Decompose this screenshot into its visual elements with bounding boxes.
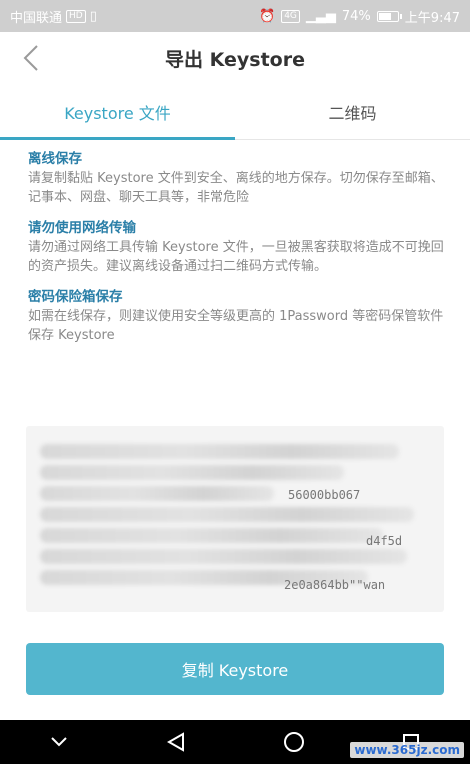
page-title: 导出 Keystore: [165, 48, 305, 71]
keystore-fragment: 56000bb067: [288, 488, 361, 502]
home-circle-icon: [283, 732, 304, 752]
keystore-fragment: 2e0a864bb""wan: [284, 578, 386, 592]
copy-keystore-button[interactable]: 复制 Keystore: [26, 643, 444, 695]
title-bar: 导出 Keystore: [0, 32, 470, 84]
status-bar: 中国联通 HD ▯ ⏰ 4G ▁▃▅ 74% 上午9:47: [0, 0, 470, 32]
hd-badge: HD: [66, 9, 86, 23]
back-triangle-icon: [167, 732, 185, 752]
section-password-vault: 密码保险箱保存 如需在线保存，则建议使用安全等级更高的 1Password 等密…: [28, 288, 446, 345]
keystore-content-box[interactable]: 56000bb067 d4f5d 2e0a864bb""wan: [26, 426, 444, 612]
clock: 上午9:47: [404, 10, 460, 26]
blurred-line: [40, 444, 399, 459]
tab-keystore-file[interactable]: Keystore 文件: [0, 84, 235, 140]
tab-bar: Keystore 文件 二维码: [0, 84, 470, 140]
section-offline: 离线保存 请复制黏贴 Keystore 文件到安全、离线的地方保存。切勿保存至邮…: [28, 150, 446, 207]
back-button[interactable]: [16, 42, 46, 74]
nav-down-button[interactable]: [39, 722, 79, 762]
alarm-icon: ⏰: [259, 8, 276, 24]
blurred-line: [40, 465, 345, 480]
tab-qrcode[interactable]: 二维码: [235, 84, 470, 139]
chevron-left-icon: [23, 45, 38, 71]
nav-home-button[interactable]: [274, 722, 314, 762]
blurred-line: [40, 507, 415, 522]
chevron-down-icon: [51, 737, 67, 747]
status-right: ⏰ 4G ▁▃▅ 74% 上午9:47: [259, 7, 460, 26]
keystore-fragment: d4f5d: [366, 534, 403, 548]
blurred-line: [40, 486, 274, 501]
sim-icon: ▯: [89, 8, 97, 24]
section-title: 请勿使用网络传输: [28, 220, 136, 236]
signal-icon: ▁▃▅: [305, 8, 336, 24]
section-no-network: 请勿使用网络传输 请勿通过网络工具传输 Keystore 文件，一旦被黑客获取将…: [28, 219, 446, 276]
section-title: 密码保险箱保存: [28, 289, 123, 305]
status-left: 中国联通 HD ▯: [10, 7, 97, 26]
network-badge: 4G: [281, 9, 300, 23]
nav-back-button[interactable]: [156, 722, 196, 762]
battery-percent: 74%: [341, 8, 371, 24]
instructions: 离线保存 请复制黏贴 Keystore 文件到安全、离线的地方保存。切勿保存至邮…: [28, 150, 446, 357]
section-body: 请复制黏贴 Keystore 文件到安全、离线的地方保存。切勿保存至邮箱、记事本…: [28, 171, 444, 205]
blurred-line: [40, 528, 384, 543]
watermark: www.365jz.com: [350, 742, 464, 758]
section-body: 如需在线保存，则建议使用安全等级更高的 1Password 等密码保管软件保存 …: [28, 309, 444, 343]
carrier-label: 中国联通: [10, 10, 63, 26]
section-body: 请勿通过网络工具传输 Keystore 文件，一旦被黑客获取将造成不可挽回的资产…: [28, 240, 444, 274]
blurred-line: [40, 549, 407, 564]
battery-icon: [376, 10, 402, 22]
section-title: 离线保存: [28, 151, 82, 167]
